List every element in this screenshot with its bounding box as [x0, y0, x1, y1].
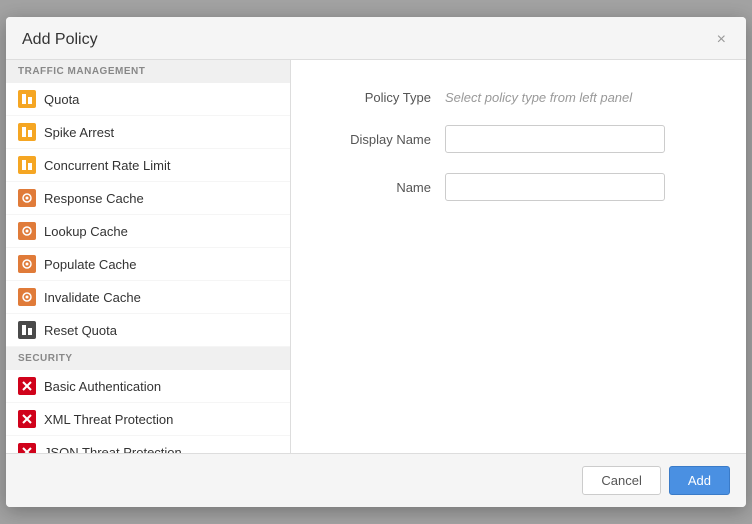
policy-type-label: Policy Type [331, 90, 431, 105]
right-panel: Policy Type Select policy type from left… [291, 60, 746, 453]
cancel-button[interactable]: Cancel [582, 466, 660, 495]
response-cache-label: Response Cache [44, 191, 144, 206]
basic-auth-label: Basic Authentication [44, 379, 161, 394]
reset-quota-icon [18, 321, 36, 339]
spike-arrest-icon [18, 123, 36, 141]
policy-item-lookup-cache[interactable]: Lookup Cache [6, 215, 290, 248]
populate-cache-label: Populate Cache [44, 257, 137, 272]
policy-item-basic-auth[interactable]: Basic Authentication [6, 370, 290, 403]
xml-threat-icon [18, 410, 36, 428]
policy-type-row: Policy Type Select policy type from left… [331, 90, 706, 105]
modal-body: TRAFFIC MANAGEMENT Quota Spike Arrest [6, 60, 746, 453]
json-threat-label: JSON Threat Protection [44, 445, 182, 454]
policy-item-response-cache[interactable]: Response Cache [6, 182, 290, 215]
modal-overlay: Add Policy × TRAFFIC MANAGEMENT Quota [0, 0, 752, 524]
display-name-row: Display Name [331, 125, 706, 153]
policy-item-reset-quota[interactable]: Reset Quota [6, 314, 290, 347]
section-traffic: TRAFFIC MANAGEMENT [6, 60, 290, 83]
add-policy-modal: Add Policy × TRAFFIC MANAGEMENT Quota [6, 17, 746, 507]
policy-item-xml-threat[interactable]: XML Threat Protection [6, 403, 290, 436]
name-row: Name [331, 173, 706, 201]
section-security: SECURITY [6, 347, 290, 370]
concurrent-rate-icon [18, 156, 36, 174]
policy-item-json-threat[interactable]: JSON Threat Protection [6, 436, 290, 453]
policy-item-invalidate-cache[interactable]: Invalidate Cache [6, 281, 290, 314]
basic-auth-icon [18, 377, 36, 395]
policy-item-quota[interactable]: Quota [6, 83, 290, 116]
lookup-cache-label: Lookup Cache [44, 224, 128, 239]
policy-type-value: Select policy type from left panel [445, 90, 632, 105]
display-name-input[interactable] [445, 125, 665, 153]
policy-item-spike-arrest[interactable]: Spike Arrest [6, 116, 290, 149]
modal-header: Add Policy × [6, 17, 746, 60]
modal-footer: Cancel Add [6, 453, 746, 507]
response-cache-icon [18, 189, 36, 207]
name-input[interactable] [445, 173, 665, 201]
name-label: Name [331, 180, 431, 195]
modal-title: Add Policy [22, 31, 98, 49]
quota-icon [18, 90, 36, 108]
quota-label: Quota [44, 92, 79, 107]
left-panel: TRAFFIC MANAGEMENT Quota Spike Arrest [6, 60, 291, 453]
json-threat-icon [18, 443, 36, 453]
xml-threat-label: XML Threat Protection [44, 412, 173, 427]
populate-cache-icon [18, 255, 36, 273]
invalidate-cache-label: Invalidate Cache [44, 290, 141, 305]
add-button[interactable]: Add [669, 466, 730, 495]
lookup-cache-icon [18, 222, 36, 240]
close-button[interactable]: × [713, 31, 730, 49]
policy-item-concurrent-rate[interactable]: Concurrent Rate Limit [6, 149, 290, 182]
concurrent-rate-label: Concurrent Rate Limit [44, 158, 170, 173]
invalidate-cache-icon [18, 288, 36, 306]
display-name-label: Display Name [331, 132, 431, 147]
reset-quota-label: Reset Quota [44, 323, 117, 338]
left-panel-scroll[interactable]: TRAFFIC MANAGEMENT Quota Spike Arrest [6, 60, 290, 453]
policy-item-populate-cache[interactable]: Populate Cache [6, 248, 290, 281]
spike-arrest-label: Spike Arrest [44, 125, 114, 140]
